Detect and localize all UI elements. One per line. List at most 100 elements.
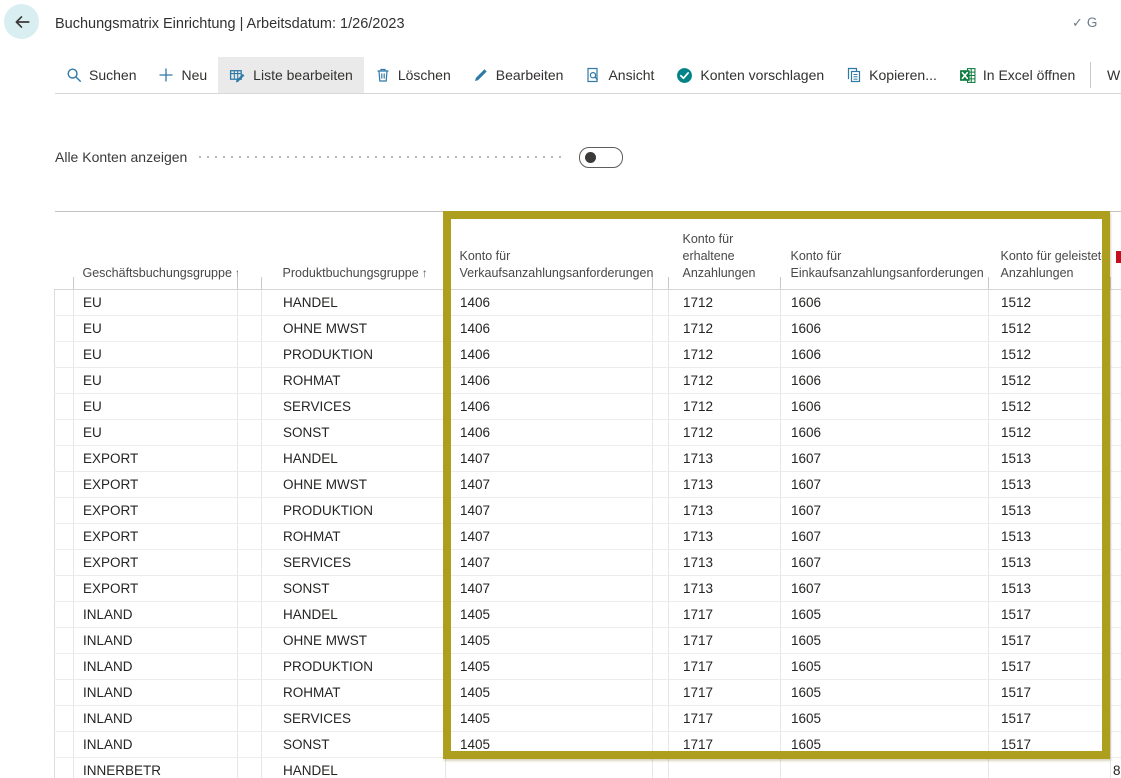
cell-k1[interactable]: 1406 [446, 368, 653, 394]
cell-k4[interactable]: 1512 [989, 368, 1111, 394]
cell-k4[interactable]: 1513 [989, 524, 1111, 550]
cell-k4[interactable]: 1517 [989, 706, 1111, 732]
cell-gbg[interactable]: EXPORT [74, 472, 238, 498]
cell-pbg[interactable]: ROHMAT [262, 524, 446, 550]
suggest-accounts-button[interactable]: Konten vorschlagen [665, 57, 835, 93]
cell-k1[interactable]: 1405 [446, 602, 653, 628]
cell-k2[interactable]: 1713 [669, 524, 781, 550]
cell-pbg[interactable]: PRODUKTION [262, 654, 446, 680]
cell-gbg[interactable]: EXPORT [74, 498, 238, 524]
cell-k2[interactable]: 1717 [669, 602, 781, 628]
cell-pbg[interactable]: SONST [262, 420, 446, 446]
cell-gbg[interactable]: INLAND [74, 706, 238, 732]
show-all-accounts-toggle[interactable] [579, 147, 623, 168]
cell-k1[interactable]: 1406 [446, 290, 653, 316]
cell-gbg[interactable]: INLAND [74, 654, 238, 680]
cell-k4[interactable]: 1517 [989, 628, 1111, 654]
open-in-excel-button[interactable]: In Excel öffnen [948, 57, 1086, 93]
toolbar-overflow-item[interactable]: W [1107, 57, 1120, 93]
cell-k4[interactable] [989, 758, 1111, 778]
cell-k3[interactable]: 1606 [781, 420, 989, 446]
cell-pbg[interactable]: ROHMAT [262, 680, 446, 706]
cell-pbg[interactable]: OHNE MWST [262, 472, 446, 498]
cell-k3[interactable]: 1605 [781, 706, 989, 732]
cell-gbg[interactable]: EU [74, 316, 238, 342]
column-header-k3[interactable]: Konto für Einkaufsanzahlungsanforderunge… [781, 212, 989, 290]
cell-k2[interactable]: 1717 [669, 680, 781, 706]
cell-k3[interactable]: 1605 [781, 732, 989, 758]
cell-gbg[interactable]: EXPORT [74, 576, 238, 602]
cell-k1[interactable]: 1407 [446, 446, 653, 472]
cell-k3[interactable]: 1607 [781, 576, 989, 602]
cell-k4[interactable]: 1512 [989, 394, 1111, 420]
cell-k2[interactable]: 1712 [669, 394, 781, 420]
search-button[interactable]: Suchen [55, 57, 147, 93]
cell-k3[interactable]: 1605 [781, 680, 989, 706]
cell-k1[interactable]: 1406 [446, 420, 653, 446]
cell-k1[interactable]: 1407 [446, 498, 653, 524]
cell-k3[interactable]: 1607 [781, 472, 989, 498]
cell-k4[interactable]: 1513 [989, 446, 1111, 472]
cell-k2[interactable]: 1717 [669, 706, 781, 732]
cell-k3[interactable]: 1605 [781, 628, 989, 654]
cell-k1[interactable]: 1406 [446, 394, 653, 420]
cell-gbg[interactable]: EU [74, 342, 238, 368]
cell-pbg[interactable]: OHNE MWST [262, 628, 446, 654]
cell-k1[interactable]: 1405 [446, 680, 653, 706]
cell-k2[interactable]: 1713 [669, 576, 781, 602]
cell-pbg[interactable]: PRODUKTION [262, 342, 446, 368]
cell-k3[interactable]: 1607 [781, 446, 989, 472]
cell-pbg[interactable]: OHNE MWST [262, 316, 446, 342]
cell-k1[interactable]: 1407 [446, 472, 653, 498]
delete-button[interactable]: Löschen [364, 57, 462, 93]
column-header-k2[interactable]: Konto für erhaltene Anzahlungen [669, 212, 781, 290]
cell-k4[interactable]: 1517 [989, 732, 1111, 758]
cell-k2[interactable]: 1717 [669, 628, 781, 654]
cell-gbg[interactable]: EU [74, 290, 238, 316]
cell-pbg[interactable]: ROHMAT [262, 368, 446, 394]
cell-k4[interactable]: 1517 [989, 680, 1111, 706]
cell-k2[interactable]: 1712 [669, 420, 781, 446]
cell-k4[interactable]: 1517 [989, 602, 1111, 628]
cell-k1[interactable]: 1405 [446, 654, 653, 680]
cell-k2[interactable]: 1712 [669, 368, 781, 394]
cell-pbg[interactable]: HANDEL [262, 290, 446, 316]
cell-k3[interactable]: 1606 [781, 316, 989, 342]
column-header-gbg[interactable]: Geschäftsbuchungsgruppe↑ [74, 212, 238, 290]
cell-gbg[interactable]: EU [74, 368, 238, 394]
cell-k1[interactable]: 1407 [446, 524, 653, 550]
cell-k4[interactable]: 1512 [989, 290, 1111, 316]
cell-k2[interactable]: 1712 [669, 290, 781, 316]
cell-pbg[interactable]: HANDEL [262, 446, 446, 472]
view-button[interactable]: Ansicht [574, 57, 665, 93]
cell-k4[interactable]: 1513 [989, 550, 1111, 576]
cell-k2[interactable]: 1713 [669, 550, 781, 576]
edit-list-button[interactable]: Liste bearbeiten [218, 57, 364, 93]
cell-gbg[interactable]: INNERBETR [74, 758, 238, 778]
cell-k1[interactable]: 1406 [446, 342, 653, 368]
cell-k2[interactable]: 1712 [669, 316, 781, 342]
cell-pbg[interactable]: SERVICES [262, 394, 446, 420]
cell-gbg[interactable]: INLAND [74, 680, 238, 706]
cell-k2[interactable] [669, 758, 781, 778]
column-header-pbg[interactable]: Produktbuchungsgruppe↑ [262, 212, 446, 290]
cell-k1[interactable]: 1405 [446, 628, 653, 654]
column-header-k1[interactable]: Konto für Verkaufsanzahlungsanforderunge… [446, 212, 653, 290]
cell-gbg[interactable]: INLAND [74, 628, 238, 654]
cell-k3[interactable]: 1605 [781, 654, 989, 680]
cell-k3[interactable] [781, 758, 989, 778]
cell-k1[interactable]: 1407 [446, 576, 653, 602]
edit-button[interactable]: Bearbeiten [462, 57, 575, 93]
cell-k3[interactable]: 1606 [781, 290, 989, 316]
cell-k2[interactable]: 1717 [669, 654, 781, 680]
cell-k4[interactable]: 1513 [989, 498, 1111, 524]
column-header-k4[interactable]: Konto für geleistete Anzahlungen [989, 212, 1111, 290]
cell-gbg[interactable]: INLAND [74, 602, 238, 628]
cell-k4[interactable]: 1512 [989, 420, 1111, 446]
cell-k3[interactable]: 1607 [781, 550, 989, 576]
cell-pbg[interactable]: SERVICES [262, 550, 446, 576]
cell-k1[interactable]: 1407 [446, 550, 653, 576]
cell-k4[interactable]: 1512 [989, 342, 1111, 368]
cell-k3[interactable]: 1607 [781, 524, 989, 550]
cell-pbg[interactable]: HANDEL [262, 758, 446, 778]
